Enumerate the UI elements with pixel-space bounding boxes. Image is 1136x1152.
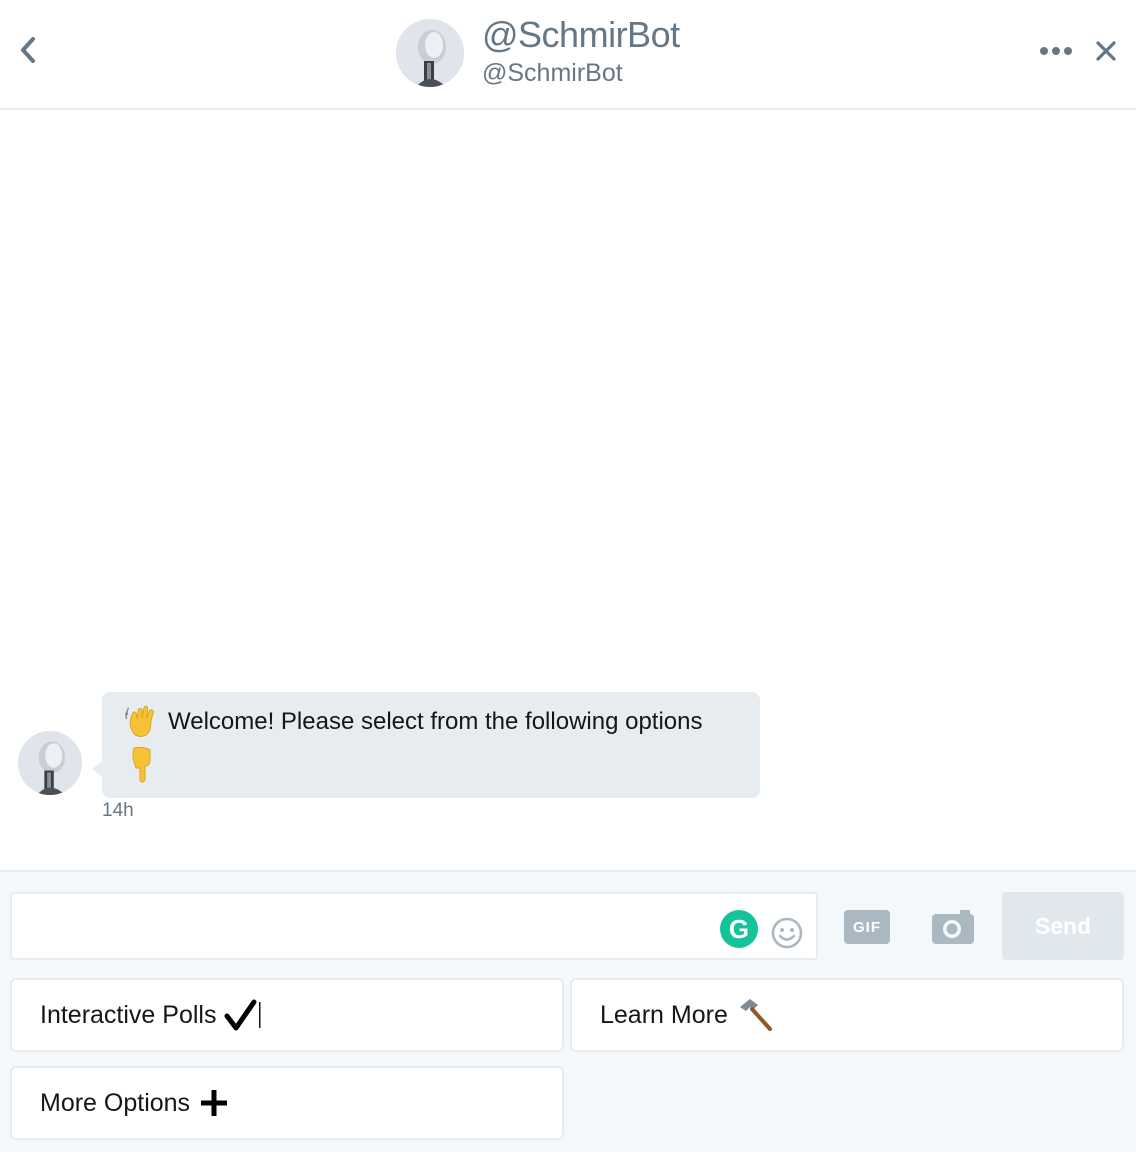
quick-reply-label: Learn More <box>600 1000 728 1029</box>
plus-icon <box>198 1087 230 1119</box>
quick-reply-learn-more[interactable]: Learn More <box>570 978 1124 1052</box>
bubble-tail <box>92 761 102 777</box>
quick-reply-label: More Options <box>40 1088 191 1117</box>
user-handle: @SchmirBot <box>482 59 623 87</box>
back-button[interactable] <box>12 32 44 68</box>
check-mark-icon <box>224 998 264 1032</box>
message-timestamp: 14h <box>102 800 134 821</box>
avatar[interactable] <box>18 731 82 795</box>
send-button[interactable]: Send <box>1002 892 1124 960</box>
more-options-button[interactable] <box>1036 38 1076 64</box>
avatar[interactable] <box>396 19 464 87</box>
send-label: Send <box>1034 912 1092 939</box>
hammer-icon <box>736 995 776 1035</box>
grammarly-icon[interactable]: G <box>720 910 758 948</box>
grammarly-letter: G <box>728 913 750 944</box>
robot-avatar-icon <box>18 731 82 795</box>
close-icon <box>1096 41 1116 61</box>
waving-hand-icon <box>125 705 154 737</box>
message-input[interactable]: G <box>10 892 818 960</box>
quick-reply-more-options[interactable]: More Options <box>10 1066 564 1140</box>
composer-area: G GIF Send Interactive Polls Learn More <box>0 870 1136 1152</box>
gif-label: GIF <box>853 918 881 936</box>
message-text: Welcome! Please select from the followin… <box>168 708 703 735</box>
display-name: @SchmirBot <box>482 14 680 55</box>
gif-button[interactable]: GIF <box>844 910 890 944</box>
chevron-left-icon <box>21 37 35 63</box>
conversation-header: @SchmirBot @SchmirBot <box>0 0 1136 110</box>
camera-icon[interactable] <box>930 908 976 946</box>
conversation-title[interactable]: @SchmirBot @SchmirBot <box>396 16 680 90</box>
ellipsis-icon <box>1040 47 1072 55</box>
robot-avatar-icon <box>396 19 464 87</box>
message-list: Welcome! Please select from the followin… <box>0 110 1136 870</box>
smiley-icon[interactable] <box>770 916 804 950</box>
quick-reply-label: Interactive Polls <box>40 1000 217 1029</box>
quick-reply-interactive-polls[interactable]: Interactive Polls <box>10 978 564 1052</box>
message-bubble: Welcome! Please select from the followin… <box>102 692 760 798</box>
pointing-down-icon <box>132 746 151 783</box>
close-button[interactable] <box>1090 34 1122 68</box>
